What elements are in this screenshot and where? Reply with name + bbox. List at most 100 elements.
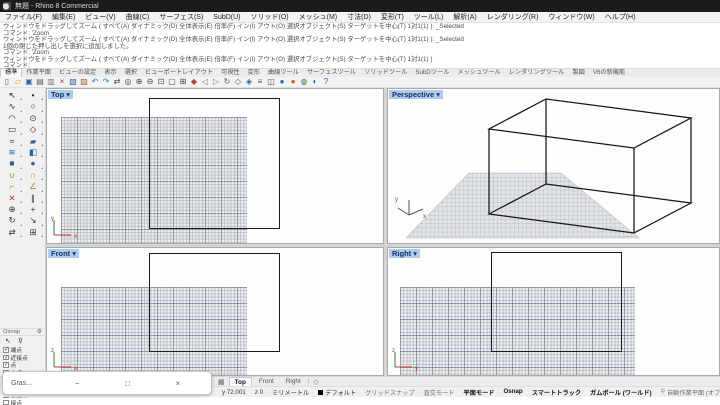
status-pane-6[interactable]: ガムボール (ワールド)	[590, 388, 652, 397]
menu-item-1[interactable]: ファイル(F)	[0, 12, 47, 22]
fillet-tool[interactable]: ⌐	[2, 181, 23, 192]
move-tool[interactable]: +	[23, 204, 44, 215]
pan-icon[interactable]: ⇄	[112, 77, 122, 87]
units-display[interactable]: ミリメートル	[272, 388, 309, 397]
status-pane-3[interactable]: 平面モード	[464, 388, 495, 397]
maximize-icon[interactable]: □	[125, 379, 130, 388]
curve-freeform-tool[interactable]: ≈	[2, 136, 23, 147]
current-layer[interactable]: デフォルト	[318, 388, 356, 397]
rotate-view-icon[interactable]: ↻	[222, 77, 232, 87]
zoom-extents-icon[interactable]: ▢	[167, 77, 177, 87]
rotate-tool[interactable]: ↻	[2, 215, 23, 227]
select-tool[interactable]: ↖	[2, 90, 23, 101]
command-history[interactable]: ウィンドウをドラッグしてズーム ( すべて(A) ダイナミック(D) 全体表示(…	[0, 23, 720, 69]
toolbar-tab-2[interactable]: 作業平面	[22, 69, 55, 77]
toolbar-tab-14[interactable]: レンダリングツール	[505, 69, 569, 77]
toolbar-tab-10[interactable]: サーフェスツール	[303, 69, 360, 77]
open-file-icon[interactable]: ▱	[13, 77, 23, 87]
toolbar-tab-13[interactable]: メッシュツール	[453, 69, 504, 77]
viewport-tab-front[interactable]: Front	[254, 377, 279, 387]
viewport-right[interactable]: Right ▾ y z	[387, 247, 720, 376]
toolbar-tab-1[interactable]: 標準	[0, 68, 23, 77]
display-wireframe-icon[interactable]: ◇	[233, 77, 243, 87]
viewport-front[interactable]: Front ▾ x z	[46, 247, 384, 376]
new-file-icon[interactable]: ▯	[2, 77, 12, 87]
zoom-dynamic-icon[interactable]: ◎	[123, 77, 133, 87]
menu-item-11[interactable]: ツール(L)	[409, 12, 449, 22]
arc-tool[interactable]: ◠	[2, 113, 23, 124]
delete-icon[interactable]: ×	[57, 77, 67, 87]
viewport-tab-right[interactable]: Right	[281, 377, 306, 387]
checkbox[interactable]: ✓	[3, 347, 9, 353]
render-icon[interactable]: ●	[277, 77, 287, 87]
boolean-difference-tool[interactable]: ∩	[23, 170, 44, 181]
toolbar-tab-11[interactable]: ソリッドツール	[360, 69, 411, 77]
clipboard-icon[interactable]: ▥	[46, 77, 56, 87]
loft-tool[interactable]: ≋	[2, 147, 23, 158]
polyline-tool[interactable]: ∿	[2, 101, 23, 113]
layers-panel-icon[interactable]: ≡	[255, 77, 265, 87]
viewport-top-label[interactable]: Top ▾	[48, 90, 74, 99]
osnap-item-近接点[interactable]: ✓ 近接点	[0, 354, 45, 362]
boolean-union-tool[interactable]: ∪	[2, 170, 23, 181]
checkbox[interactable]: ✓	[3, 354, 9, 360]
scale-tool[interactable]: ↘	[23, 215, 44, 227]
toolbar-tab-5[interactable]: 選択	[121, 69, 141, 77]
chamfer-tool[interactable]: ∠	[23, 181, 44, 192]
box-wireframe-right[interactable]	[491, 252, 622, 352]
menu-item-2[interactable]: 編集(E)	[47, 12, 80, 22]
toolbar-tab-3[interactable]: ビューの設定	[55, 69, 100, 77]
menu-item-8[interactable]: メッシュ(M)	[294, 12, 343, 22]
viewport-front-label[interactable]: Front ▾	[48, 249, 80, 258]
menu-item-6[interactable]: SubD(U)	[208, 14, 245, 21]
undo-view-icon[interactable]: ◁	[200, 77, 210, 87]
zoom-out-icon[interactable]: ⊖	[145, 77, 155, 87]
osnap-filter-icon[interactable]: ⊽	[18, 337, 23, 345]
toolbar-tab-4[interactable]: 表示	[100, 69, 120, 77]
viewport-tab-top[interactable]: Top	[228, 376, 252, 387]
menu-item-5[interactable]: サーフェス(S)	[154, 12, 208, 22]
floating-window[interactable]: Gras... − □ ×	[2, 371, 212, 395]
viewport-perspective-label[interactable]: Perspective ▾	[389, 90, 443, 99]
copy-icon[interactable]: ▧	[68, 77, 78, 87]
osnap-item-点[interactable]: ✓ 点	[0, 361, 45, 369]
osnap-select-filter-icon[interactable]: ↖	[5, 337, 11, 345]
box-tool[interactable]: ■	[2, 158, 23, 170]
minimize-icon[interactable]: −	[75, 379, 80, 388]
toolbar-tab-12[interactable]: SubDツール	[411, 69, 453, 77]
circle-tool[interactable]: ○	[23, 101, 44, 113]
toolbar-tab-15[interactable]: 製図	[568, 69, 588, 77]
toolbar-tab-9[interactable]: 曲線ツール	[264, 69, 303, 77]
viewport-top[interactable]: Top ▾ x y	[46, 88, 384, 244]
zoom-window-icon[interactable]: ⊡	[156, 77, 166, 87]
undo-icon[interactable]: ↶	[90, 77, 100, 87]
status-pane-2[interactable]: 直交モード	[424, 388, 455, 397]
join-tool[interactable]: ⊕	[2, 204, 23, 215]
status-pane-1[interactable]: グリッドスナップ	[365, 388, 415, 397]
status-pane-7[interactable]: 自動作業平面 (オブジェクト)	[667, 388, 720, 397]
redo-icon[interactable]: ↷	[101, 77, 111, 87]
box-wireframe-top[interactable]	[149, 98, 280, 229]
menu-item-3[interactable]: ビュー(V)	[80, 12, 120, 22]
status-pane-5[interactable]: スマートトラック	[532, 388, 581, 397]
zoom-in-icon[interactable]: ⊕	[134, 77, 144, 87]
toolbar-tab-6[interactable]: ビューポートレイアウト	[141, 69, 217, 77]
array-tool[interactable]: ⊞	[23, 227, 44, 238]
osnap-item-接点[interactable]: 接点	[0, 399, 45, 405]
print-icon[interactable]: ▤	[35, 77, 45, 87]
surface-tool[interactable]: ▰	[23, 136, 44, 147]
point-tool[interactable]: •	[23, 90, 44, 101]
menu-item-4[interactable]: 曲線(C)	[121, 12, 155, 22]
gear-icon[interactable]: ⚙	[37, 329, 42, 335]
ellipse-tool[interactable]: ⊙	[23, 113, 44, 124]
named-view-icon[interactable]: ◆	[189, 77, 199, 87]
status-pane-4[interactable]: Osnap	[503, 388, 522, 397]
four-viewports-icon[interactable]: ⊞	[178, 77, 188, 87]
menu-item-10[interactable]: 変形(T)	[376, 12, 409, 22]
redo-view-icon[interactable]: ▷	[211, 77, 221, 87]
menu-item-13[interactable]: レンダリング(R)	[482, 12, 544, 22]
render-preview-icon[interactable]: ●	[288, 77, 298, 87]
viewport-perspective[interactable]: Perspective ▾ x y	[387, 88, 720, 244]
material-icon[interactable]: ◍	[299, 77, 309, 87]
checkbox[interactable]: ✓	[3, 362, 9, 368]
